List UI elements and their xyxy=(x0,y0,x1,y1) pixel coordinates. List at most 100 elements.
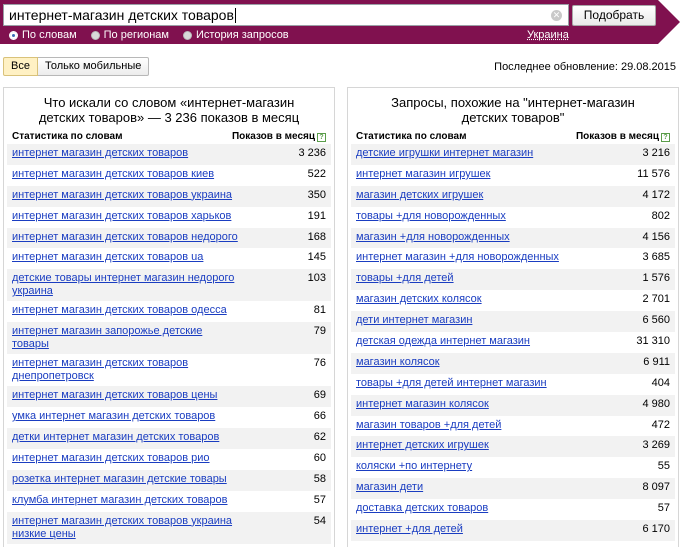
table-row: интернет магазин игрушек 11 576 xyxy=(351,165,675,186)
table-row: умка интернет магазин детских товаров 66 xyxy=(7,407,331,428)
column-header-count-label: Показов в месяц xyxy=(231,131,315,142)
radio-selected-icon[interactable] xyxy=(9,30,18,40)
table-row: дети интернет магазин 6 560 xyxy=(351,311,675,333)
query-link[interactable]: интернет магазин детских товаров харьков xyxy=(12,210,231,223)
impressions-count: 6 170 xyxy=(642,523,670,536)
table-row: детская одежда интернет магазин 31 310 xyxy=(351,332,675,353)
right-table-header: Статистика по словам Показов в месяц? xyxy=(348,130,678,144)
column-header-query: Статистика по словам xyxy=(12,131,123,142)
query-link[interactable]: интернет детских игрушек xyxy=(356,439,489,452)
query-link[interactable]: умка интернет магазин детских товаров xyxy=(12,410,215,423)
table-row: интернет магазин детских товаров украина… xyxy=(7,185,331,207)
search-button[interactable]: Подобрать xyxy=(572,5,656,26)
left-panel-title: Что искали со словом «интернет-магазин д… xyxy=(38,95,300,125)
help-icon[interactable]: ? xyxy=(661,133,670,142)
query-link[interactable]: интернет магазин детских товаров киев xyxy=(12,168,214,181)
mode-by-words[interactable]: По словам xyxy=(9,29,77,41)
query-link[interactable]: товары +для детей интернет магазин xyxy=(356,377,547,390)
text-caret xyxy=(234,7,236,23)
impressions-count: 191 xyxy=(307,209,326,222)
query-link[interactable]: розетка интернет магазин детские товары xyxy=(12,473,227,486)
query-link[interactable]: магазин +для новорожденных xyxy=(356,231,510,244)
left-rows: интернет магазин детских товаров 3 236 инт… xyxy=(7,144,331,544)
query-link[interactable]: интернет магазин +для новорожденных xyxy=(356,251,559,264)
query-link[interactable]: интернет магазин детских товаров рио xyxy=(12,452,210,465)
impressions-count: 168 xyxy=(307,230,326,243)
region-selector-link[interactable]: Украина xyxy=(527,29,569,41)
mode-history[interactable]: История запросов xyxy=(183,29,289,41)
query-link[interactable]: детская одежда интернет магазин xyxy=(356,335,530,348)
table-row: интернет магазин детских товаров киев 522 xyxy=(7,165,331,186)
table-row: магазин колясок 6 911 xyxy=(351,352,675,374)
query-link[interactable]: клумба интернет магазин детских товаров xyxy=(12,494,228,507)
impressions-count: 802 xyxy=(651,209,670,222)
query-link[interactable]: интернет магазин детских товаров днепроп… xyxy=(12,357,242,383)
query-link[interactable]: интернет магазин детских товаров ua xyxy=(12,251,203,264)
impressions-count: 57 xyxy=(313,493,326,506)
impressions-count: 11 576 xyxy=(637,167,670,180)
impressions-count: 54 xyxy=(313,514,326,527)
query-link[interactable]: доставка детских товаров xyxy=(356,502,488,515)
table-row: интернет магазин детских товаров цены 69 xyxy=(7,386,331,408)
query-link[interactable]: магазин колясок xyxy=(356,356,440,369)
impressions-count: 145 xyxy=(307,251,326,264)
query-link[interactable]: товары +для новорожденных xyxy=(356,210,506,223)
table-row: интернет магазин детских товаров харьков… xyxy=(7,207,331,228)
radio-icon[interactable] xyxy=(183,30,192,40)
clear-icon[interactable]: ✕ xyxy=(551,10,562,21)
query-link[interactable]: коляски +по интернету xyxy=(356,460,472,473)
table-row: детки интернет магазин детских товаров 62 xyxy=(7,428,331,449)
impressions-count: 55 xyxy=(657,460,670,473)
radio-icon[interactable] xyxy=(90,30,100,40)
table-row: интернет магазин детских товаров 3 236 xyxy=(7,144,331,165)
query-link[interactable]: интернет магазин игрушек xyxy=(356,168,490,181)
right-panel-title: Запросы, похожие на "интернет-магазин де… xyxy=(391,95,635,125)
search-mode-group: По словам По регионам История запросов xyxy=(9,29,289,41)
query-link[interactable]: магазин детских игрушек xyxy=(356,189,483,202)
tab-mobile-only[interactable]: Только мобильные xyxy=(37,57,150,76)
impressions-count: 57 xyxy=(657,502,670,515)
impressions-count: 4 172 xyxy=(642,188,670,201)
impressions-count: 3 236 xyxy=(298,147,326,159)
query-link[interactable]: интернет магазин запорожье детские товар… xyxy=(12,325,242,351)
table-row: детские игрушки интернет магазин 3 216 xyxy=(351,144,675,165)
query-link[interactable]: интернет магазин детских товаров одесса xyxy=(12,304,227,317)
column-header-count: Показов в месяц? xyxy=(232,130,326,144)
impressions-count: 79 xyxy=(313,325,326,338)
table-row: товары +для новорожденных 802 xyxy=(351,207,675,228)
query-link[interactable]: магазин товаров +для детей xyxy=(356,419,501,432)
query-link[interactable]: интернет магазин детских товаров украина xyxy=(12,189,232,202)
last-updated-text: Последнее обновление: 29.08.2015 xyxy=(494,61,676,73)
search-input-value[interactable]: интернет-магазин детских товаров xyxy=(9,7,234,23)
query-link[interactable]: дети интернет магазин xyxy=(356,314,472,327)
help-icon[interactable]: ? xyxy=(317,133,326,142)
search-input[interactable]: интернет-магазин детских товаров ✕ xyxy=(3,4,569,26)
table-row: магазин +для новорожденных 4 156 xyxy=(351,227,675,249)
query-link[interactable]: детки интернет магазин детских товаров xyxy=(12,431,219,444)
query-link[interactable]: интернет +для детей xyxy=(356,523,463,536)
table-row: интернет магазин детских товаров украина… xyxy=(7,511,331,544)
table-row: магазин дети 8 097 xyxy=(351,478,675,500)
query-link[interactable]: интернет магазин колясок xyxy=(356,398,489,411)
impressions-count: 62 xyxy=(313,431,326,444)
mode-by-regions[interactable]: По регионам xyxy=(90,29,169,41)
query-link[interactable]: детские товары интернет магазин недорого… xyxy=(12,272,242,298)
mode-label: История запросов xyxy=(196,29,289,41)
table-row: клумба интернет магазин детских товаров 5… xyxy=(7,491,331,512)
query-link[interactable]: товары +для детей xyxy=(356,272,454,285)
query-link[interactable]: интернет магазин детских товаров цены xyxy=(12,389,217,402)
impressions-count: 522 xyxy=(307,167,326,180)
right-panel: Запросы, похожие на "интернет-магазин де… xyxy=(347,87,679,547)
query-link[interactable]: интернет магазин детских товаров украина… xyxy=(12,515,242,541)
table-row: товары +для детей 1 576 xyxy=(351,269,675,291)
query-link[interactable]: магазин дети xyxy=(356,481,423,494)
table-row: доставка детских товаров 57 xyxy=(351,499,675,520)
query-link[interactable]: интернет магазин детских товаров недорог… xyxy=(12,231,238,244)
impressions-count: 4 156 xyxy=(642,230,670,243)
tab-all[interactable]: Все xyxy=(3,57,38,76)
query-link[interactable]: детские игрушки интернет магазин xyxy=(356,147,533,160)
query-link[interactable]: магазин детских колясок xyxy=(356,293,482,306)
query-link[interactable]: интернет магазин детских товаров xyxy=(12,147,188,160)
impressions-count: 58 xyxy=(313,472,326,485)
impressions-count: 3 216 xyxy=(642,147,670,159)
